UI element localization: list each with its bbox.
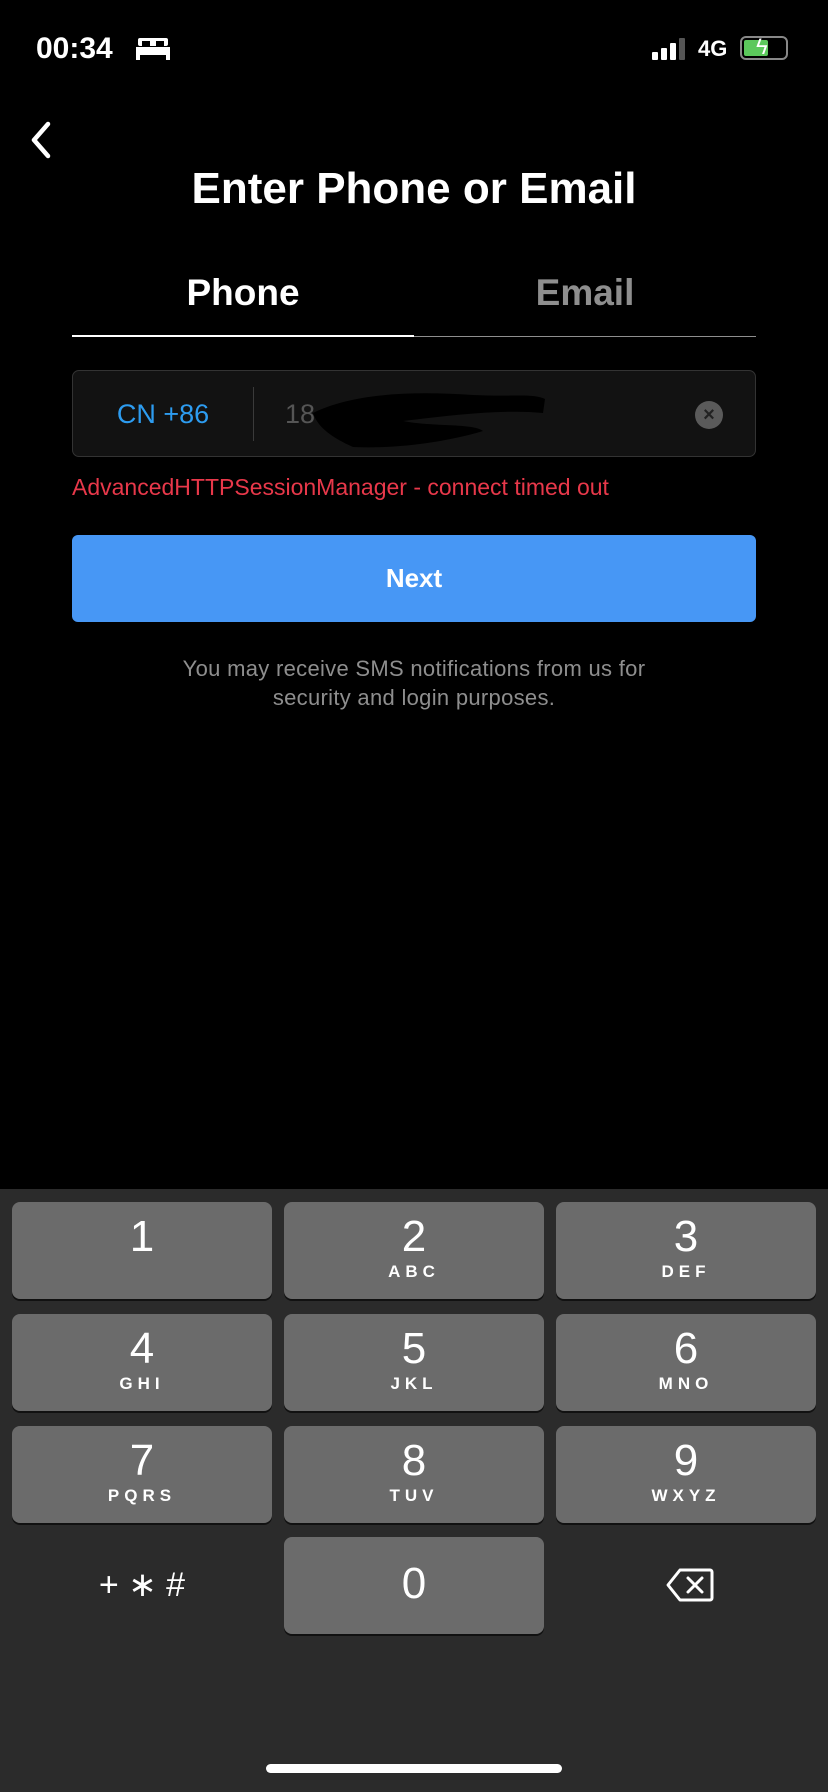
key-digit: 5 [401, 1324, 427, 1373]
key-letters: WXYZ [651, 1486, 721, 1505]
key-0[interactable]: 0 [284, 1537, 544, 1634]
backspace-icon[interactable] [666, 1568, 714, 1602]
key-9[interactable]: 9 WXYZ [556, 1426, 816, 1523]
key-3[interactable]: 3 DEF [556, 1202, 816, 1299]
key-4[interactable]: 4 GHI [12, 1314, 272, 1411]
key-letters: ABC [388, 1262, 440, 1281]
key-letters: TUV [389, 1486, 439, 1505]
key-digit: 1 [129, 1212, 155, 1261]
key-digit: 4 [129, 1324, 155, 1373]
next-button[interactable]: Next [72, 535, 756, 622]
key-digit: 6 [673, 1324, 699, 1373]
key-letters: JKL [390, 1374, 438, 1393]
key-symbols[interactable]: + ∗ # [12, 1537, 272, 1634]
key-digit: 9 [673, 1436, 699, 1485]
numeric-keypad: 1 2 ABC 3 DEF 4 GHI 5 JKL 6 MNO 7 PQRS 8 TUV 9W… [0, 1189, 828, 1792]
phone-input-field[interactable]: CN +86 18 × [72, 370, 756, 457]
home-indicator[interactable] [266, 1764, 562, 1773]
key-letters: MNO [658, 1374, 714, 1393]
page-title: Enter Phone or Email [191, 164, 637, 213]
key-5[interactable]: 5 JKL [284, 1314, 544, 1411]
bed-icon [136, 38, 170, 60]
tab-phone[interactable]: Phone [72, 272, 414, 314]
key-letters: GHI [119, 1374, 165, 1393]
redaction-scribble [313, 393, 545, 448]
key-2[interactable]: 2 ABC [284, 1202, 544, 1299]
key-digit: 7 [129, 1436, 155, 1485]
active-tab-indicator [72, 335, 414, 337]
error-message: AdvancedHTTPSessionManager - connect tim… [72, 474, 609, 500]
key-letters: PQRS [107, 1486, 177, 1505]
input-divider [253, 387, 254, 441]
battery-charging-icon: ϟ [740, 34, 788, 60]
sms-note-line2: security and login purposes. [272, 685, 556, 710]
key-8[interactable]: 8 TUV [284, 1426, 544, 1523]
key-digit: 8 [401, 1436, 427, 1485]
country-code-selector[interactable]: CN +86 [73, 399, 253, 430]
key-1[interactable]: 1 [12, 1202, 272, 1299]
key-6[interactable]: 6 MNO [556, 1314, 816, 1411]
key-letters: DEF [661, 1262, 711, 1281]
tab-email[interactable]: Email [414, 272, 756, 314]
clear-icon[interactable]: × [695, 401, 723, 429]
signal-icon [652, 38, 685, 60]
key-digit: 3 [673, 1212, 699, 1261]
status-time: 00:34 [36, 32, 113, 65]
key-digit: 0 [401, 1559, 427, 1608]
key-7[interactable]: 7 PQRS [12, 1426, 272, 1523]
sms-note-line1: You may receive SMS notifications from u… [182, 656, 646, 681]
key-digit: 2 [401, 1212, 427, 1261]
network-type: 4G [698, 36, 728, 61]
back-button[interactable] [26, 118, 58, 162]
